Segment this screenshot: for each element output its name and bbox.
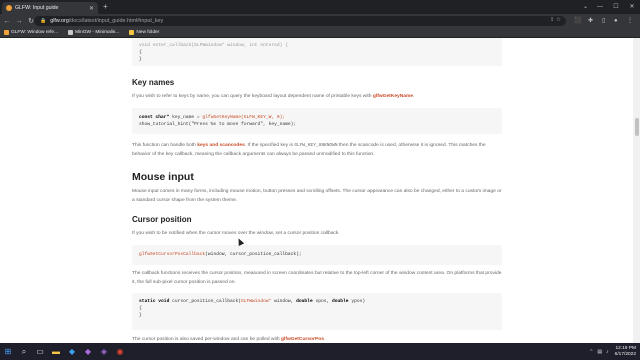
- visual-studio-icon[interactable]: ◆: [80, 343, 96, 360]
- clock-time: 12:19 PM: [615, 345, 636, 351]
- text: If you wish to refer to keys by name, yo…: [132, 94, 373, 99]
- code-keyword: static void: [139, 299, 173, 304]
- sidebar-icon[interactable]: ▯: [602, 15, 605, 27]
- new-tab-button[interactable]: +: [103, 2, 108, 12]
- paragraph: If you wish to refer to keys by name, yo…: [132, 93, 502, 102]
- profile-icon[interactable]: ●: [614, 15, 618, 27]
- inline-code: GLFW_KEY_UNKNOWN: [294, 143, 338, 148]
- heading-cursor-position: Cursor position: [132, 215, 192, 224]
- paragraph: The callback functions receives the curs…: [132, 271, 502, 285]
- code-text: cursor_position_callback(: [172, 299, 242, 304]
- code-type[interactable]: GLFWwindow*: [241, 299, 271, 304]
- code-line: {: [139, 50, 142, 55]
- bookmark-favicon-icon: [68, 30, 74, 35]
- code-line: }: [139, 57, 142, 62]
- tab-title: GLFW: Input guide: [15, 5, 59, 11]
- code-text: (window, cursor_position_callback);: [205, 252, 302, 257]
- maximize-icon[interactable]: ☐: [608, 0, 624, 14]
- system-tray: ⌃ ▤ ♪ 12:19 PM 6/17/2022: [585, 343, 636, 360]
- tab-strip: GLFW: Input guide ✕ + ⌄ — ☐ ✕: [0, 0, 640, 14]
- code-keyword: double: [332, 299, 349, 304]
- clock[interactable]: 12:19 PM 6/17/2022: [615, 346, 636, 358]
- page-scrollbar[interactable]: [633, 38, 640, 343]
- code-keyword: double: [296, 299, 313, 304]
- heading-key-names: Key names: [132, 78, 175, 87]
- heading-mouse-input: Mouse input: [132, 171, 194, 183]
- page-content[interactable]: void enter_callback(GLFWwindow* window, …: [0, 38, 640, 343]
- search-icon[interactable]: ⌕: [16, 343, 32, 360]
- clock-date: 6/17/2022: [614, 351, 636, 357]
- code-text: ypos): [348, 299, 366, 304]
- code-line: show_tutorial_hint("Press %s to move for…: [139, 122, 297, 127]
- vs-solution-icon[interactable]: ◈: [96, 343, 112, 360]
- url-host: glfw.org: [50, 18, 69, 24]
- code-function[interactable]: glfwSetCursorPosCallback: [139, 252, 205, 257]
- code-line: }: [139, 313, 142, 318]
- code-block: const char* key_name = glfwGetKeyName(GL…: [132, 108, 502, 134]
- lock-icon[interactable]: 🔒: [40, 18, 46, 24]
- extension-icon[interactable]: ⬛: [574, 15, 581, 27]
- text: The cursor position is also saved per-wi…: [132, 337, 281, 342]
- bookmark-label: New folder: [136, 30, 160, 35]
- browser-toolbar: ← → ↻ 🔒 glfw.org /docs/latest/input_guid…: [0, 14, 640, 28]
- code-line: void enter_callback(GLFWwindow* window, …: [139, 43, 288, 48]
- network-icon[interactable]: ▤: [597, 349, 602, 355]
- chrome-icon[interactable]: ◉: [112, 343, 128, 360]
- paragraph: The cursor position is also saved per-wi…: [132, 336, 502, 343]
- code-block: void enter_callback(GLFWwindow* window, …: [132, 38, 502, 66]
- browser-window: GLFW: Input guide ✕ + ⌄ — ☐ ✕ ← → ↻ 🔒 gl…: [0, 0, 640, 360]
- close-tab-icon[interactable]: ✕: [89, 5, 94, 12]
- address-bar[interactable]: 🔒 glfw.org /docs/latest/input_guide.html…: [34, 16, 566, 26]
- folder-icon: [129, 30, 135, 35]
- window-controls: — ☐ ✕: [592, 0, 640, 14]
- windows-start-icon[interactable]: ⊞: [0, 343, 16, 360]
- windows-taskbar: ⊞ ⌕ ▭ ▬ ◆ ◆ ◈ ◉ ⌃ ▤ ♪ 12:19 PM 6/17/2022: [0, 343, 640, 360]
- tab-search-icon[interactable]: ⌄: [583, 1, 588, 13]
- paragraph: If you wish to be notified when the curs…: [132, 231, 340, 236]
- link-glfwGetCursorPos[interactable]: glfwGetCursorPos: [281, 337, 324, 342]
- paragraph: This function can handle both keys and s…: [132, 142, 502, 159]
- scrollbar-thumb[interactable]: [635, 118, 639, 136]
- bookmark-item[interactable]: MinGW - Minimalis...: [68, 30, 119, 35]
- code-block: static void cursor_position_callback(GLF…: [132, 293, 502, 330]
- close-window-icon[interactable]: ✕: [624, 0, 640, 14]
- code-text: window,: [271, 299, 297, 304]
- bookmark-favicon-icon: [4, 30, 9, 35]
- code-text: key_name =: [172, 115, 203, 120]
- glfw-favicon-icon: [6, 5, 12, 11]
- code-block: glfwSetCursorPosCallback(window, cursor_…: [132, 245, 502, 265]
- bookmark-item[interactable]: GLFW: Window refe...: [4, 30, 58, 35]
- file-explorer-icon[interactable]: ▬: [48, 343, 64, 360]
- vscode-icon[interactable]: ◆: [64, 343, 80, 360]
- code-text: xpos,: [312, 299, 333, 304]
- link-glfwGetKeyName[interactable]: glfwGetKeyName: [373, 94, 413, 99]
- bookmark-folder[interactable]: New folder: [129, 30, 159, 35]
- code-line: const char* key_name = glfwGetKeyName(GL…: [139, 114, 495, 121]
- paragraph: Mouse input comes in many forms, includi…: [132, 189, 502, 203]
- volume-icon[interactable]: ♪: [606, 349, 609, 355]
- text: .: [323, 337, 326, 342]
- code-function[interactable]: glfwGetKeyName(GLFW_KEY_W, 0);: [202, 115, 285, 120]
- code-keyword: const char*: [139, 115, 173, 120]
- task-view-icon[interactable]: ▭: [32, 343, 48, 360]
- text: . If the specified key is: [244, 143, 295, 148]
- code-line: glfwSetCursorPosCallback(window, cursor_…: [139, 251, 495, 258]
- code-line: static void cursor_position_callback(GLF…: [139, 298, 495, 305]
- bookmark-label: MinGW - Minimalis...: [75, 30, 120, 35]
- tab-active[interactable]: GLFW: Input guide ✕: [2, 2, 98, 14]
- menu-icon[interactable]: ⋮: [627, 15, 633, 27]
- back-icon[interactable]: ←: [2, 18, 12, 25]
- chevron-up-icon[interactable]: ⌃: [589, 349, 593, 355]
- bookmark-label: GLFW: Window refe...: [11, 30, 59, 35]
- code-line: {: [139, 306, 142, 311]
- puzzle-extensions-icon[interactable]: ✚: [588, 15, 593, 27]
- link-keys-and-scancodes[interactable]: keys and scancodes: [197, 143, 245, 148]
- text: .: [413, 94, 415, 99]
- text: This function can handle both: [132, 143, 198, 148]
- share-icon[interactable]: ⇪ ☆: [550, 17, 561, 23]
- minimize-icon[interactable]: —: [592, 0, 608, 14]
- bookmarks-bar: GLFW: Window refe... MinGW - Minimalis..…: [0, 28, 640, 38]
- forward-icon[interactable]: →: [14, 18, 24, 25]
- url-path: /docs/latest/input_guide.html#input_key: [68, 18, 164, 24]
